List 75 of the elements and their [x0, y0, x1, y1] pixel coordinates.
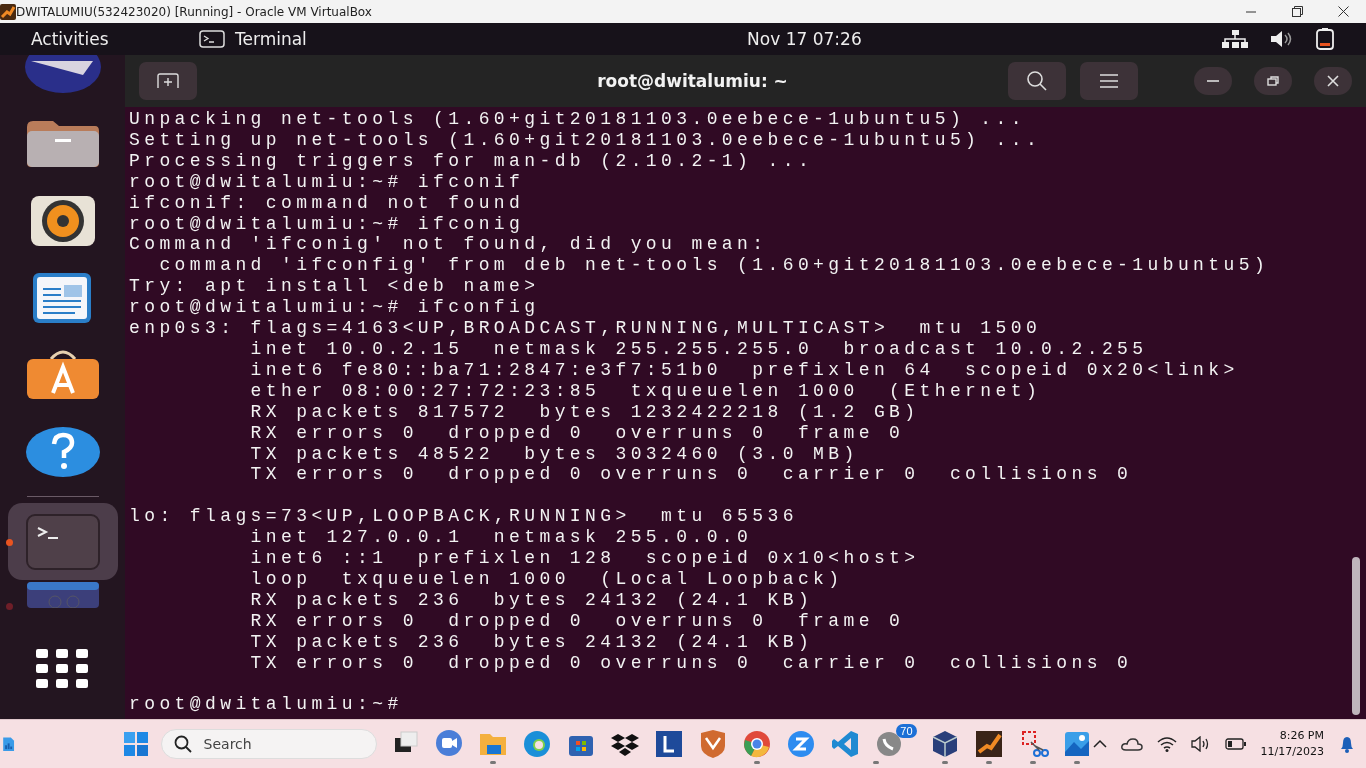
new-tab-icon — [156, 73, 180, 89]
terminal-line: Unpacking net-tools (1.60+git20181103.0eebece-1ubuntu5) ... — [129, 109, 1027, 130]
volume-icon[interactable] — [1270, 30, 1294, 48]
menu-icon — [1099, 74, 1119, 88]
terminal-line: inet6 fe80::ba71:2847:e3f7:51b0 prefixlen 64 scopeid 0x20<link> — [249, 359, 1240, 381]
drive-icon — [24, 580, 101, 608]
speaker-icon — [29, 194, 96, 247]
clock[interactable]: 8:26 PM 11/17/2023 — [1260, 728, 1324, 760]
terminal-line: root@dwitalumiu:~# ifconfig — [129, 297, 541, 319]
volume-icon[interactable] — [1190, 736, 1211, 752]
new-tab-button[interactable] — [139, 62, 197, 100]
app-grid-icon — [35, 648, 90, 689]
chevron-up-icon[interactable] — [1092, 739, 1107, 749]
terminal-line: Try: apt install <deb name> — [129, 276, 541, 298]
terminal-line: RX packets 236 bytes 24132 (24.1 KB) — [249, 589, 815, 611]
battery-icon[interactable] — [1224, 738, 1247, 750]
terminal-line: command 'ifconfig' from deb net-tools (1.60+git20181103.0eebece-1ubuntu5) — [158, 255, 1271, 277]
close-icon — [1337, 6, 1349, 17]
search-input[interactable]: Search — [201, 735, 346, 753]
terminal-line: RX packets 817572 bytes 1232422218 (1.2 GB) — [249, 401, 921, 423]
close-button[interactable] — [1314, 67, 1352, 95]
close-icon — [1325, 74, 1341, 88]
terminal-line: loop txqueuelen 1000 (Local Loopback) — [249, 568, 845, 590]
bell-icon[interactable] — [1338, 734, 1356, 754]
notification-badge: 70 — [896, 724, 917, 738]
maximize-icon — [1291, 6, 1303, 17]
app-menu[interactable]: Terminal — [235, 29, 307, 49]
network-icon[interactable] — [1222, 30, 1248, 48]
terminal-line: inet 127.0.0.1 netmask 255.0.0.0 — [249, 527, 754, 548]
terminal-line: TX packets 48522 bytes 3032460 (3.0 MB) — [249, 443, 860, 465]
battery-icon[interactable] — [1316, 28, 1334, 50]
minimize-icon — [1207, 80, 1219, 82]
terminal-line: TX errors 0 dropped 0 overruns 0 carrier 0 collisions 0 — [249, 464, 1134, 486]
menu-button[interactable] — [1080, 62, 1138, 100]
terminal-line: root@dwitalumiu:~# ifconig — [129, 213, 526, 235]
terminal-line: Processing triggers for man-db (2.10.2-1) ... — [129, 150, 815, 172]
terminal-line: RX errors 0 dropped 0 overruns 0 frame 0 — [249, 610, 906, 632]
search-button[interactable] — [1008, 62, 1066, 100]
restore-icon — [1265, 74, 1281, 88]
search-icon — [1026, 70, 1048, 92]
wifi-icon[interactable] — [1156, 736, 1177, 752]
folder-icon — [24, 118, 101, 169]
cloud-icon[interactable] — [1120, 737, 1143, 751]
minimize-icon — [1246, 10, 1256, 13]
taskbar-app[interactable]: 70 — [872, 724, 917, 764]
scrollbar[interactable] — [1352, 557, 1360, 715]
terminal-icon — [25, 513, 100, 570]
terminal-line: root@dwitalumiu:~# — [129, 694, 404, 716]
shopping-bag-icon — [24, 348, 101, 401]
terminal-line: TX packets 236 bytes 24132 (24.1 KB) — [249, 631, 815, 653]
clock[interactable]: Nov 17 07:26 — [747, 29, 1042, 49]
terminal-icon — [199, 30, 225, 48]
search-icon — [173, 735, 192, 753]
terminal-line: Command 'ifconig' not found, did you mean: — [129, 234, 769, 256]
app-logo-icon — [0, 3, 16, 20]
clock-date: 11/17/2023 — [1260, 744, 1324, 760]
terminal-line: lo: flags=73<UP,LOOPBACK,RUNNING> mtu 65536 — [129, 506, 799, 528]
terminal-line: inet 10.0.2.15 netmask 255.255.255.0 broadcast 10.0.2.255 — [249, 338, 1149, 360]
start-icon[interactable] — [122, 731, 149, 757]
terminal-line: ifconif: command not found — [129, 192, 526, 214]
restore-button[interactable] — [1254, 67, 1292, 95]
terminal-line: Setting up net-tools (1.60+git20181103.0eebece-1ubuntu5) ... — [129, 129, 1043, 151]
terminal-line: RX errors 0 dropped 0 overruns 0 frame 0 — [249, 422, 906, 444]
clock-time: 8:26 PM — [1279, 728, 1324, 744]
activities-button[interactable]: Activities — [31, 29, 171, 49]
minimize-button[interactable] — [1194, 67, 1232, 95]
terminal-line: ether 08:00:27:72:23:85 txqueuelen 1000 (Ethernet) — [249, 380, 1043, 402]
help-icon — [24, 425, 101, 478]
terminal-line: enp0s3: flags=4163<UP,BROADCAST,RUNNING,MULTICAST> mtu 1500 — [129, 318, 1043, 339]
search-field[interactable]: Search — [160, 729, 377, 759]
window-title: DWITALUMIU(532423020) [Running] - Oracle VM VirtualBox — [16, 4, 373, 19]
terminal-line: TX errors 0 dropped 0 overruns 0 carrier 0 collisions 0 — [249, 652, 1134, 674]
terminal-line: root@dwitalumiu:~# ifconif — [129, 171, 526, 193]
terminal-title: root@dwitalumiu: ~ — [596, 71, 789, 91]
terminal-line: inet6 ::1 prefixlen 128 scopeid 0x10<host> — [249, 548, 921, 569]
